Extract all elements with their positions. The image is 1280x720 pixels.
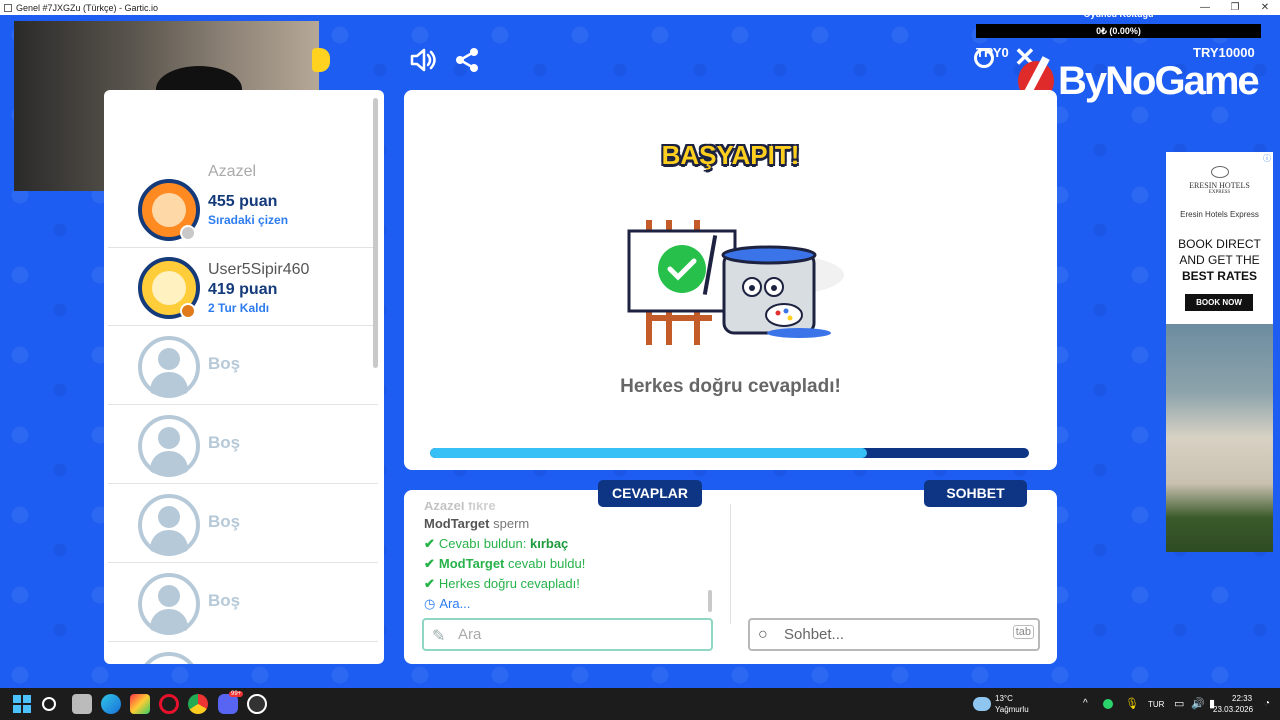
- discord-icon[interactable]: [218, 694, 238, 714]
- check-icon: ✔: [424, 556, 435, 571]
- weather-text: Yağmurlu: [995, 705, 1029, 714]
- chat-input[interactable]: ○ Sohbet... tab: [748, 618, 1040, 651]
- opera-icon[interactable]: [159, 694, 179, 714]
- status-dot: [180, 303, 196, 319]
- ad-brand: ERESIN HOTELS EXPRESS: [1166, 166, 1273, 195]
- list-item: ModTarget sperm: [424, 516, 530, 531]
- player-row[interactable]: Azazel 455 puan Sıradaki çizen: [108, 163, 378, 248]
- masterpiece-banner: BAŞYAPIT!: [661, 140, 800, 170]
- weather-icon[interactable]: [973, 697, 991, 711]
- answers-chat-panel: CEVAPLAR SOHBET Azazel fikre ModTarget s…: [404, 480, 1057, 664]
- status-indicator-icon[interactable]: [1103, 699, 1113, 709]
- task-view-icon[interactable]: [72, 694, 92, 714]
- search-icon: ○: [758, 626, 768, 643]
- answers-scrollbar[interactable]: [708, 590, 712, 612]
- clock-date[interactable]: 23.03.2026: [1213, 705, 1253, 714]
- speaker-icon[interactable]: [409, 46, 437, 74]
- taskbar: 99+ 13°C Yağmurlu ^ 🎙 TUR ▭ 🔊 ▮ 22:33 23…: [0, 688, 1280, 720]
- empty-slot-label: Boş: [208, 433, 241, 452]
- language-indicator[interactable]: TUR: [1148, 700, 1164, 709]
- empty-slot-label: Boş: [208, 591, 241, 610]
- microphone-icon[interactable]: 🎙: [1125, 697, 1139, 710]
- copilot-icon[interactable]: [130, 694, 150, 714]
- empty-slot-label: Boş: [208, 354, 241, 373]
- empty-avatar-icon: [138, 573, 200, 635]
- ad-headline: BOOK DIRECT AND GET THE BEST RATES: [1178, 237, 1261, 283]
- list-item: ✔ Cevabı buldun: kırbaç: [424, 536, 569, 551]
- empty-avatar-icon: [138, 336, 200, 398]
- status-dot: [180, 225, 196, 241]
- empty-avatar-icon: [138, 415, 200, 477]
- player-list: Azazel 455 puan Sıradaki çizen User5Sipi…: [104, 90, 384, 664]
- check-icon: ✔: [424, 536, 435, 551]
- share-icon[interactable]: [453, 46, 481, 74]
- main-panel: BAŞYAPIT! Herkes doğru cevapladı!: [404, 90, 1057, 470]
- edge-icon[interactable]: [101, 694, 121, 714]
- donation-min: TRY0: [976, 45, 1009, 60]
- windows-start-icon[interactable]: [12, 694, 32, 714]
- seat-title: Oyuncu Koltuğu: [1083, 9, 1154, 19]
- player-name: Azazel: [208, 163, 257, 180]
- list-item: Azazel fikre: [424, 502, 496, 513]
- pencil-icon: ✎: [432, 628, 446, 645]
- empty-slot: Boş: [108, 484, 378, 563]
- panel-divider: [730, 504, 731, 624]
- hotel-photo: [1166, 324, 1273, 552]
- player-row[interactable]: User5Sipir460 419 puan 2 Tur Kaldı: [108, 247, 378, 326]
- player-name: User5Sipir460: [208, 261, 310, 278]
- list-item: ◷ Ara...: [424, 596, 471, 611]
- list-item: ✔ ModTarget cevabı buldu!: [424, 556, 586, 571]
- player-list-scrollbar[interactable]: [373, 98, 378, 368]
- chrome-icon[interactable]: [188, 694, 208, 714]
- ad-subtitle: Eresin Hotels Express: [1180, 210, 1259, 219]
- app-icon: [4, 3, 12, 12]
- tab-chat[interactable]: SOHBET: [924, 480, 1027, 507]
- empty-slot-label: Boş: [208, 512, 241, 531]
- seat-widget: Oyuncu Koltuğu 0₺ (0.00%): [976, 9, 1261, 44]
- window-title: Genel #7JXGZu (Türkçe) - Gartic.io: [16, 2, 159, 13]
- empty-slot: [108, 642, 378, 664]
- list-item: ✔ Herkes doğru cevapladı!: [424, 576, 580, 591]
- round-message: Herkes doğru cevapladı!: [620, 376, 841, 397]
- empty-avatar-icon: [138, 494, 200, 556]
- empty-avatar-icon: [138, 652, 200, 664]
- round-progress-fill: [430, 448, 868, 458]
- player-points: 455 puan: [208, 193, 278, 210]
- chevron-up-icon[interactable]: ^: [1083, 698, 1088, 709]
- search-icon[interactable]: [42, 697, 56, 711]
- notification-badge: 99+: [229, 691, 244, 697]
- obs-icon[interactable]: [247, 694, 267, 714]
- weather-temp: 13°C: [995, 694, 1013, 703]
- gartic-logo-fragment: [312, 48, 330, 72]
- answer-input[interactable]: ✎ Ara: [422, 618, 713, 651]
- tab-hint: tab: [1012, 625, 1034, 639]
- empty-slot: Boş: [108, 405, 378, 484]
- clock-time[interactable]: 22:33: [1232, 694, 1252, 703]
- round-progress-bar: [430, 448, 1029, 458]
- answers-list: Azazel fikre ModTarget sperm ✔ Cevabı bul…: [424, 502, 714, 616]
- network-icon[interactable]: ▭: [1174, 697, 1184, 710]
- book-now-button[interactable]: BOOK NOW: [1185, 294, 1253, 311]
- adchoices-icon[interactable]: ⓘ: [1263, 153, 1271, 164]
- player-points: 419 puan: [208, 281, 278, 298]
- sponsor-name: ByNoGame: [1058, 58, 1260, 103]
- empty-slot: Boş: [108, 563, 378, 642]
- check-icon: ✔: [424, 576, 435, 591]
- notification-bell-icon[interactable]: ◔: [1264, 698, 1270, 709]
- hotel-ad[interactable]: ⓘ ERESIN HOTELS EXPRESS Eresin Hotels Ex…: [1166, 152, 1273, 552]
- player-status: Sıradaki çizen: [208, 213, 289, 227]
- player-status: 2 Tur Kaldı: [208, 301, 270, 315]
- masterpiece-illustration: [627, 220, 844, 345]
- empty-slot: Boş: [108, 326, 378, 405]
- seat-value: 0₺ (0.00%): [976, 24, 1261, 38]
- volume-icon[interactable]: 🔊: [1191, 697, 1205, 710]
- clock-icon: ◷: [424, 596, 436, 611]
